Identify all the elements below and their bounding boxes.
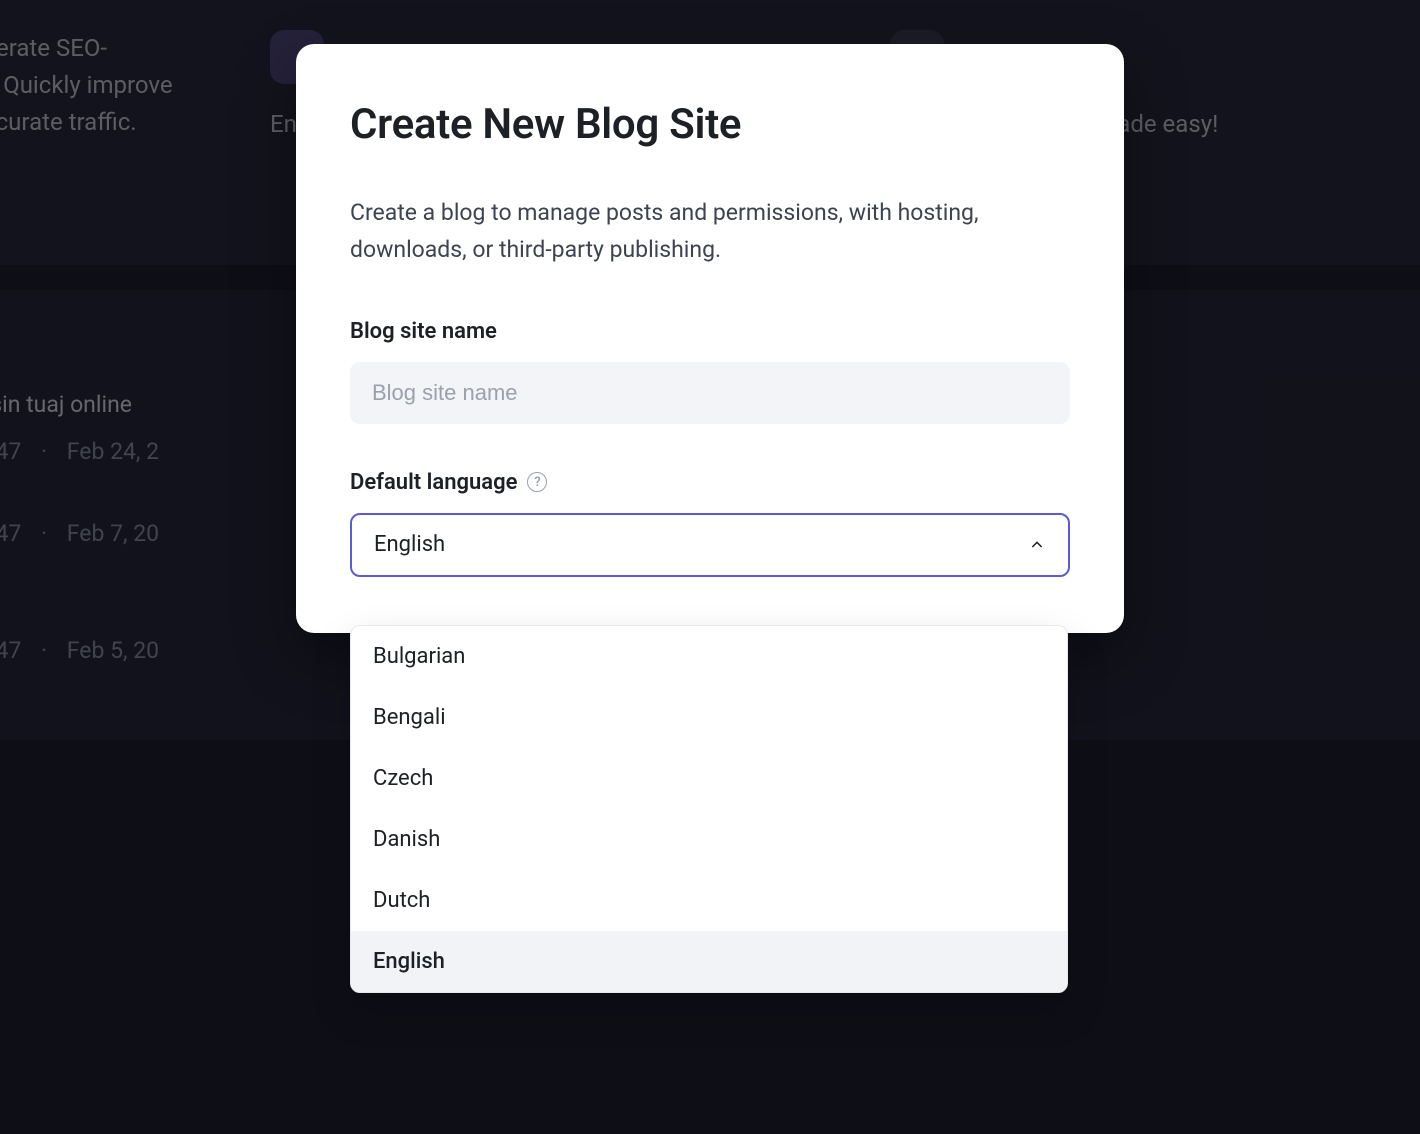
default-language-label: Default language ? xyxy=(350,470,1070,495)
language-option-bengali[interactable]: Bengali xyxy=(351,687,1067,748)
language-option-dutch[interactable]: Dutch xyxy=(351,870,1067,931)
modal-description: Create a blog to manage posts and permis… xyxy=(350,195,1070,269)
language-option-bulgarian[interactable]: Bulgarian xyxy=(351,626,1067,687)
language-selected-value: English xyxy=(374,532,445,557)
blog-name-label: Blog site name xyxy=(350,319,1070,344)
language-option-english[interactable]: English xyxy=(351,931,1067,992)
language-dropdown: Bulgarian Bengali Czech Danish Dutch Eng… xyxy=(350,625,1068,993)
question-circle-icon[interactable]: ? xyxy=(527,472,547,492)
label-text: Default language xyxy=(350,470,517,495)
language-option-danish[interactable]: Danish xyxy=(351,809,1067,870)
modal-title: Create New Blog Site xyxy=(350,100,1070,149)
language-select[interactable]: English xyxy=(350,513,1070,577)
blog-name-input[interactable] xyxy=(350,362,1070,424)
modal-overlay[interactable]: Create New Blog Site Create a blog to ma… xyxy=(0,0,1420,1134)
create-blog-modal: Create New Blog Site Create a blog to ma… xyxy=(296,44,1124,633)
language-option-czech[interactable]: Czech xyxy=(351,748,1067,809)
label-text: Blog site name xyxy=(350,319,497,344)
chevron-up-icon xyxy=(1028,536,1046,554)
